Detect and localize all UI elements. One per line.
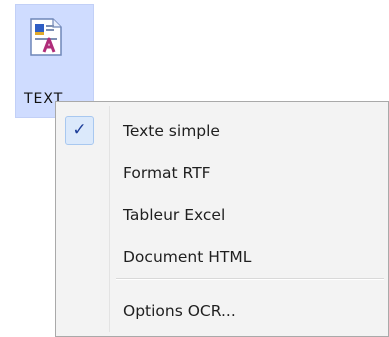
menu-item-label: Document HTML [123, 248, 252, 266]
menu-item-document-html[interactable]: Document HTML [58, 238, 386, 276]
text-document-icon [30, 18, 62, 56]
menu-item-label: Tableur Excel [123, 206, 226, 224]
menu-item-options-ocr[interactable]: Options OCR... [58, 292, 386, 330]
checkmark-icon: ✓ [72, 120, 87, 140]
menu-item-label: Texte simple [123, 122, 220, 140]
menu-item-tableur-excel[interactable]: Tableur Excel [58, 196, 386, 234]
context-menu: ✓ Texte simple Format RTF Tableur Excel … [55, 101, 389, 337]
menu-item-texte-simple[interactable]: ✓ Texte simple [58, 112, 386, 150]
menu-item-format-rtf[interactable]: Format RTF [58, 154, 386, 192]
menu-separator [116, 278, 384, 280]
check-indicator: ✓ [65, 116, 94, 145]
menu-item-label: Format RTF [123, 164, 211, 182]
menu-item-label: Options OCR... [123, 302, 236, 320]
